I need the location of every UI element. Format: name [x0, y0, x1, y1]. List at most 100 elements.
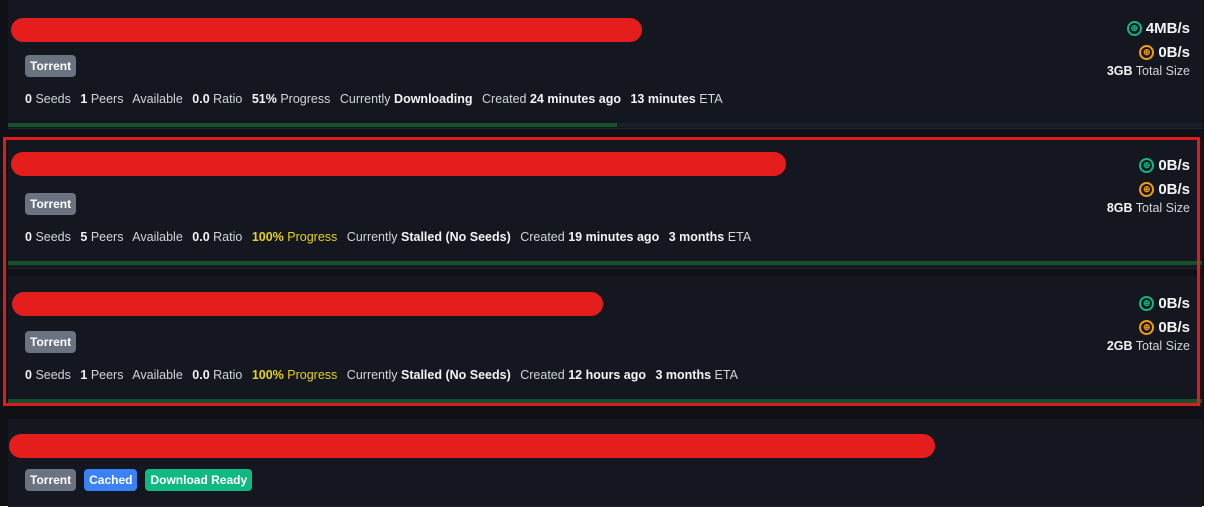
progress-value: 100%	[251, 230, 284, 244]
available-label: Available	[132, 92, 183, 106]
progress-track	[8, 123, 1202, 127]
ratio-value: 0.0	[192, 92, 210, 106]
ratio-value: 0.0	[192, 230, 210, 244]
badge-torrent: Torrent	[25, 193, 77, 215]
redacted-title	[11, 18, 642, 42]
upload-globe-icon: ⊕	[1139, 319, 1155, 335]
download-speed-value: 4MB/s	[1145, 19, 1190, 37]
download-globe-icon: ⊕	[1139, 295, 1155, 311]
created-label: Created	[520, 368, 565, 382]
peers-label: Peers	[90, 230, 124, 244]
upload-speed: ⊕ 0B/s	[1107, 40, 1190, 64]
speed-panel: ⊕ 0B/s ⊕ 0B/s 8GB Total Size	[1107, 153, 1190, 216]
currently-label: Currently	[339, 92, 391, 106]
currently-label: Currently	[346, 368, 398, 382]
progress-label: Progress	[280, 92, 331, 106]
badge-cached: Cached	[84, 469, 138, 491]
upload-speed: ⊕ 0B/s	[1107, 315, 1190, 339]
torrent-item[interactable]: Torrent 0 Seeds 1 Peers Available 0.0 Ra…	[8, 276, 1202, 406]
created-value: 24 minutes ago	[529, 92, 621, 106]
peers-count: 5	[80, 230, 88, 244]
size-label: Total Size	[1135, 339, 1190, 353]
currently-label: Currently	[346, 230, 398, 244]
download-speed-value: 0B/s	[1158, 294, 1190, 312]
redacted-title	[9, 434, 935, 458]
redacted-title	[12, 292, 603, 316]
download-speed-value: 0B/s	[1158, 156, 1190, 174]
download-speed: ⊕ 0B/s	[1107, 291, 1190, 315]
created-label: Created	[482, 92, 527, 106]
total-size: 8GB Total Size	[1107, 201, 1190, 215]
ratio-label: Ratio	[213, 368, 243, 382]
download-globe-icon: ⊕	[1126, 20, 1142, 36]
created-value: 12 hours ago	[568, 368, 646, 382]
eta-label: ETA	[727, 230, 752, 244]
seeds-count: 0	[25, 92, 32, 106]
torrent-stats: 0 Seeds 5 Peers Available 0.0 Ratio 100%…	[25, 230, 751, 244]
progress-fill	[8, 261, 1202, 265]
upload-speed: ⊕ 0B/s	[1107, 177, 1190, 201]
upload-speed-value: 0B/s	[1158, 43, 1190, 61]
badge-group: Torrent	[25, 55, 77, 77]
total-size: 3GB Total Size	[1107, 64, 1190, 78]
badge-torrent: Torrent	[25, 55, 77, 77]
progress-label: Progress	[287, 368, 338, 382]
eta-value: 3 months	[655, 368, 712, 382]
eta-label: ETA	[699, 92, 723, 106]
redacted-title	[11, 152, 786, 176]
progress-track	[8, 399, 1202, 403]
badge-group: Torrent	[25, 193, 77, 215]
size-label: Total Size	[1135, 64, 1190, 78]
size-value: 3GB	[1106, 64, 1133, 78]
status-value: Stalled (No Seeds)	[401, 230, 511, 244]
badge-group: Torrent	[25, 331, 77, 353]
seeds-count: 0	[25, 230, 32, 244]
progress-track	[8, 261, 1202, 265]
torrent-list: Torrent 0 Seeds 1 Peers Available 0.0 Ra…	[0, 0, 1204, 507]
peers-count: 1	[80, 92, 88, 106]
eta-value: 3 months	[668, 230, 725, 244]
progress-fill	[8, 399, 1202, 403]
ratio-label: Ratio	[213, 230, 243, 244]
peers-label: Peers	[90, 92, 124, 106]
upload-speed-value: 0B/s	[1158, 180, 1190, 198]
size-value: 2GB	[1106, 339, 1133, 353]
download-globe-icon: ⊕	[1139, 157, 1155, 173]
download-speed: ⊕ 0B/s	[1107, 153, 1190, 177]
upload-globe-icon: ⊕	[1139, 44, 1155, 60]
speed-panel: ⊕ 0B/s ⊕ 0B/s 2GB Total Size	[1106, 291, 1190, 354]
torrent-item[interactable]: Torrent 0 Seeds 1 Peers Available 0.0 Ra…	[8, 0, 1202, 129]
seeds-count: 0	[25, 368, 32, 382]
torrent-item[interactable]: Torrent Cached Download Ready	[8, 419, 1202, 507]
available-label: Available	[132, 230, 183, 244]
progress-label: Progress	[287, 230, 338, 244]
seeds-label: Seeds	[35, 230, 71, 244]
seeds-label: Seeds	[35, 92, 71, 106]
ratio-label: Ratio	[213, 92, 243, 106]
badge-group: Torrent Cached Download Ready	[25, 469, 253, 491]
progress-value: 51%	[251, 92, 277, 106]
badge-download-ready: Download Ready	[145, 469, 253, 491]
created-value: 19 minutes ago	[568, 230, 660, 244]
progress-fill	[8, 123, 617, 127]
status-value: Downloading	[394, 92, 473, 106]
download-speed: ⊕ 4MB/s	[1107, 16, 1190, 40]
peers-label: Peers	[90, 368, 124, 382]
speed-panel: ⊕ 4MB/s ⊕ 0B/s 3GB Total Size	[1107, 16, 1190, 79]
upload-globe-icon: ⊕	[1139, 181, 1155, 197]
upload-speed-value: 0B/s	[1158, 318, 1190, 336]
seeds-label: Seeds	[35, 368, 71, 382]
torrent-stats: 0 Seeds 1 Peers Available 0.0 Ratio 51% …	[25, 92, 723, 106]
size-value: 8GB	[1106, 201, 1133, 215]
created-label: Created	[520, 230, 565, 244]
size-label: Total Size	[1135, 201, 1190, 215]
peers-count: 1	[80, 368, 88, 382]
badge-torrent: Torrent	[25, 469, 77, 491]
status-value: Stalled (No Seeds)	[401, 368, 511, 382]
torrent-item[interactable]: Torrent 0 Seeds 5 Peers Available 0.0 Ra…	[8, 140, 1202, 269]
eta-label: ETA	[714, 368, 738, 382]
progress-value: 100%	[251, 368, 284, 382]
available-label: Available	[132, 368, 183, 382]
badge-torrent: Torrent	[25, 331, 77, 353]
ratio-value: 0.0	[192, 368, 210, 382]
